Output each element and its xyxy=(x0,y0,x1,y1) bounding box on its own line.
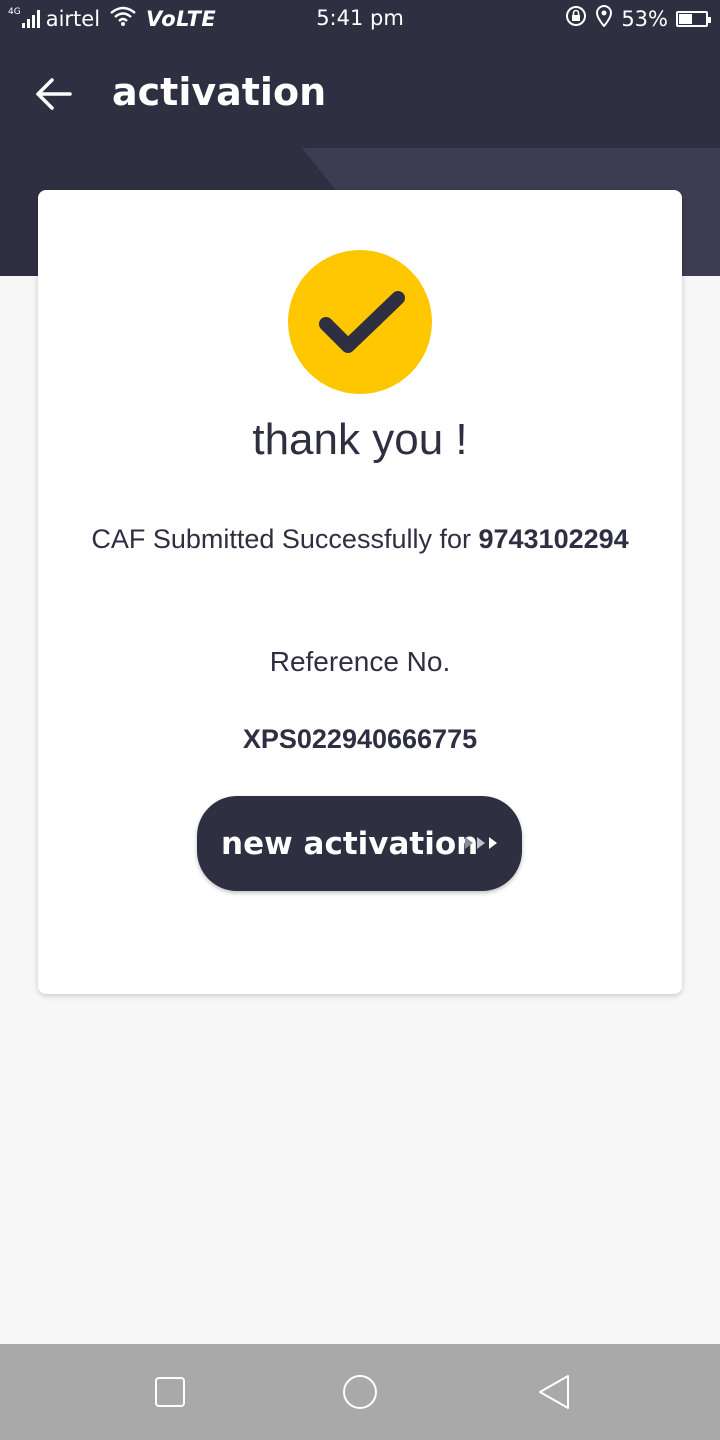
recent-apps-button[interactable] xyxy=(150,1374,190,1414)
page-title: activation xyxy=(112,70,327,114)
nav-back-button[interactable] xyxy=(534,1374,574,1414)
success-badge xyxy=(288,250,432,394)
reference-value: XPS022940666775 xyxy=(242,724,478,754)
caf-message: CAF Submitted Successfully for 974310229… xyxy=(38,524,682,555)
triple-chevron-right-icon xyxy=(465,837,497,849)
rotation-lock-icon xyxy=(565,5,587,32)
status-bar: 4G airtel VoLTE 5:41 pm 53% xyxy=(0,0,720,40)
battery-percent: 53% xyxy=(621,6,668,31)
reference-label: Reference No. xyxy=(269,646,451,677)
battery-icon xyxy=(676,10,711,27)
check-icon xyxy=(319,291,405,353)
triangle-back-icon xyxy=(539,1375,569,1409)
home-button[interactable] xyxy=(340,1374,380,1414)
circle-icon xyxy=(343,1375,377,1409)
battery-fill xyxy=(679,13,692,24)
thank-you-heading: thank you ! xyxy=(252,415,468,464)
new-activation-button[interactable]: new activation xyxy=(197,796,522,891)
system-nav-bar xyxy=(0,1344,720,1440)
success-card: thank you ! CAF Submitted Successfully f… xyxy=(38,190,682,994)
mobile-number: 9743102294 xyxy=(478,524,629,554)
new-activation-label: new activation xyxy=(221,826,479,862)
square-icon xyxy=(155,1377,185,1407)
location-icon xyxy=(595,4,613,32)
status-right: 53% xyxy=(565,4,711,32)
caf-message-text: CAF Submitted Successfully for xyxy=(91,524,471,554)
arrow-left-icon xyxy=(36,78,72,110)
back-button[interactable] xyxy=(30,72,82,116)
